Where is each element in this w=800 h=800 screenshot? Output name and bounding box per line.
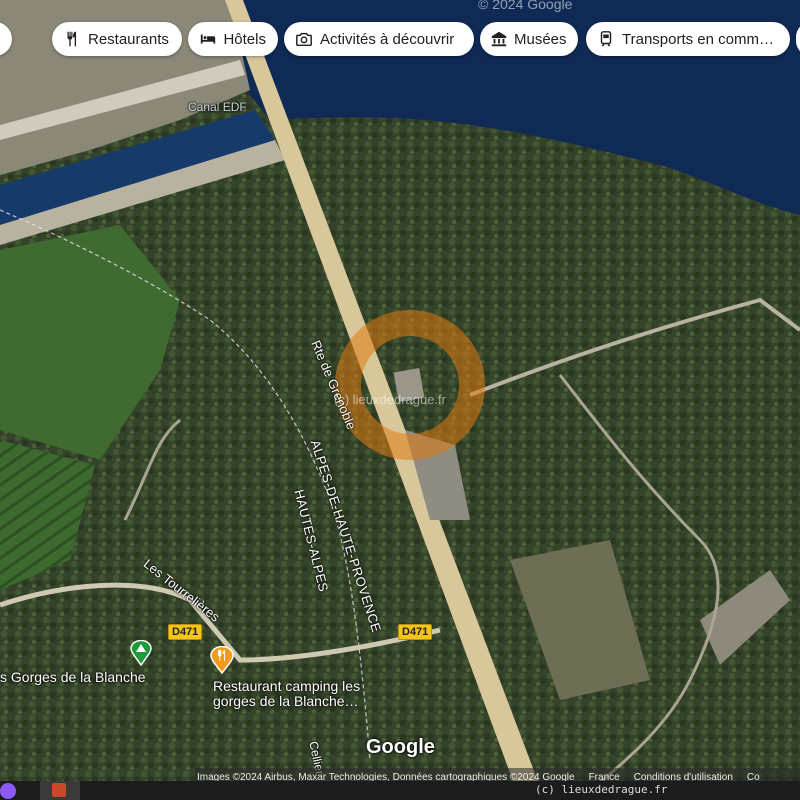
chip-label: Restaurants <box>88 30 169 48</box>
chip-label: Hôtels <box>223 30 266 48</box>
camping-pin[interactable] <box>130 639 152 671</box>
chip-transit[interactable]: Transports en comm… <box>586 22 790 56</box>
taskbar: (c) lieuxdedrague.fr <box>0 781 800 800</box>
restaurant-pin[interactable] <box>210 645 234 679</box>
restaurant-icon <box>210 645 234 675</box>
google-logo: Google <box>366 736 435 758</box>
camping-label[interactable]: s Gorges de la Blanche <box>0 670 146 685</box>
center-watermark: (c) lieuxdedrague.fr <box>334 392 446 407</box>
museum-icon <box>490 29 508 49</box>
fork-knife-icon <box>62 29 82 49</box>
road-shield: D471 <box>398 624 433 640</box>
chip-label: Transports en comm… <box>622 30 774 48</box>
road-shield: D471 <box>168 624 203 640</box>
canal-label: Canal EDF <box>188 100 247 114</box>
bottom-watermark: (c) lieuxdedrague.fr <box>535 783 668 796</box>
taskbar-app-icon[interactable] <box>0 783 16 799</box>
taskbar-app-icon[interactable] <box>40 781 80 800</box>
chip-more-edge[interactable] <box>796 22 800 56</box>
chip-activities[interactable]: Activités à découvrir <box>284 22 474 56</box>
chip-hotels[interactable]: Hôtels <box>188 22 278 56</box>
restaurant-label-line1[interactable]: Restaurant camping les <box>213 679 360 694</box>
train-icon <box>596 29 616 49</box>
campground-icon <box>130 639 152 667</box>
bed-icon <box>198 29 217 49</box>
camera-icon <box>294 29 314 49</box>
restaurant-label-line2[interactable]: gorges de la Blanche… <box>213 694 359 709</box>
chip-label: Activités à découvrir <box>320 30 455 48</box>
category-chip-bar: Restaurants Hôtels Activités à découvrir… <box>0 22 800 58</box>
search-box-edge[interactable] <box>0 22 12 56</box>
chip-museums[interactable]: Musées <box>480 22 578 56</box>
chip-label: Musées <box>514 30 567 48</box>
chip-restaurants[interactable]: Restaurants <box>52 22 182 56</box>
map-watermark-top: © 2024 Google <box>478 0 573 12</box>
